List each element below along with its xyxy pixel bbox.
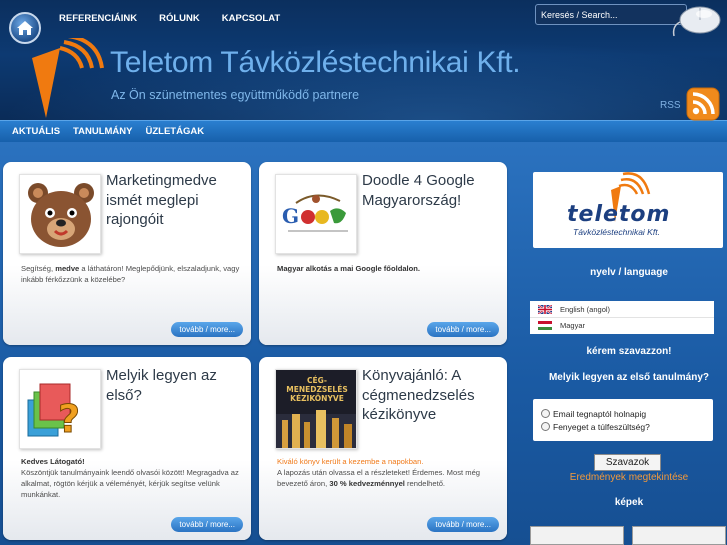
results-link[interactable]: Eredmények megtekintése: [531, 472, 727, 483]
thumbnail[interactable]: [530, 526, 624, 545]
vote-button[interactable]: Szavazok: [594, 454, 661, 471]
more-button[interactable]: tovább / more...: [427, 322, 499, 337]
article-card: Marketingmedve ismét meglepi rajongóit S…: [3, 162, 251, 345]
rss-label[interactable]: RSS: [660, 100, 681, 111]
nav-rolunk[interactable]: RÓLUNK: [159, 13, 200, 24]
svg-text:G: G: [282, 204, 299, 228]
book-cover-image: CÉG-MENEDZSELÉS KÉZIKÖNYVE: [275, 369, 357, 449]
site-subtitle: Az Ön szünetmentes együttműködő partnere: [111, 88, 360, 102]
poll-option[interactable]: Fenyeget a túlfeszültség?: [541, 420, 713, 433]
language-list: English (angol) Magyar: [530, 301, 714, 334]
nav-referenciaink[interactable]: REFERENCIÁINK: [59, 13, 137, 24]
top-nav: REFERENCIÁINK RÓLUNK KAPCSOLAT: [59, 13, 280, 24]
more-button[interactable]: tovább / more...: [171, 517, 243, 532]
more-button[interactable]: tovább / more...: [171, 322, 243, 337]
poll-options: Email tegnaptól holnapig Fenyeget a túlf…: [533, 399, 713, 441]
rss-icon[interactable]: [684, 85, 722, 122]
card-body: Kiváló könyv került a kezembe a napokban…: [277, 457, 481, 488]
question-image: ?: [19, 369, 101, 449]
subnav-uzletagak[interactable]: ÜZLETÁGAK: [146, 126, 205, 137]
search-input[interactable]: [535, 4, 687, 25]
svg-text:?: ?: [58, 397, 80, 441]
language-heading: nyelv / language: [590, 267, 668, 278]
mouse-icon: [672, 6, 721, 37]
sidebar-logo: teletom Távközléstechnikai Kft.: [533, 172, 723, 248]
sub-nav: AKTUÁLIS TANULMÁNY ÜZLETÁGAK: [0, 120, 727, 142]
nav-kapcsolat[interactable]: KAPCSOLAT: [222, 13, 280, 24]
logo-swoosh-icon: [32, 38, 104, 118]
logo-subtext: Távközléstechnikai Kft.: [573, 227, 660, 237]
site-title: Teletom Távközléstechnikai Kft.: [110, 46, 521, 79]
image-thumbnails: [530, 526, 726, 545]
subnav-tanulmany[interactable]: TANULMÁNY: [73, 126, 132, 137]
article-card: ? Melyik legyen az első? Kedves Látogató…: [3, 357, 251, 540]
card-title[interactable]: Könyvajánló: A cégmenedzselés kézikönyve: [362, 366, 502, 425]
card-body: Magyar alkotás a mai Google főoldalon.: [277, 264, 421, 273]
card-title[interactable]: Melyik legyen az első?: [106, 366, 246, 405]
card-body: Segítség, medve a láthatáron! Meglepődjü…: [21, 264, 240, 284]
radio-button[interactable]: [541, 409, 550, 418]
uk-flag-icon: [538, 304, 552, 314]
site-header: REFERENCIÁINK RÓLUNK KAPCSOLAT Teletom T…: [0, 0, 727, 122]
radio-button[interactable]: [541, 422, 550, 431]
poll-heading: kérem szavazzon!: [586, 346, 672, 357]
lang-english[interactable]: English (angol): [530, 301, 714, 317]
poll-question: Melyik legyen az első tanulmány?: [548, 372, 710, 383]
card-title[interactable]: Marketingmedve ismét meglepi rajongóit: [106, 171, 246, 230]
card-body: Kedves Látogató! Köszöntjük tanulmányaink…: [21, 457, 239, 499]
thumbnail[interactable]: [632, 526, 726, 545]
subnav-aktualis[interactable]: AKTUÁLIS: [12, 126, 60, 137]
poll-option[interactable]: Email tegnaptól holnapig: [541, 407, 713, 420]
article-card: G Doodle 4 Google Magyarország! Magyar a…: [259, 162, 507, 345]
card-title[interactable]: Doodle 4 Google Magyarország!: [362, 171, 502, 210]
images-heading: képek: [614, 497, 644, 508]
hu-flag-icon: [538, 321, 552, 330]
logo-text: teletom: [567, 202, 671, 227]
article-card: CÉG-MENEDZSELÉS KÉZIKÖNYVE Könyvajánló: …: [259, 357, 507, 540]
more-button[interactable]: tovább / more...: [427, 517, 499, 532]
book-cover-text: CÉG-MENEDZSELÉS KÉZIKÖNYVE: [286, 376, 348, 403]
home-icon[interactable]: [9, 12, 41, 44]
lang-magyar[interactable]: Magyar: [530, 317, 714, 333]
bear-image: [19, 174, 101, 254]
doodle-image: G: [275, 174, 357, 254]
